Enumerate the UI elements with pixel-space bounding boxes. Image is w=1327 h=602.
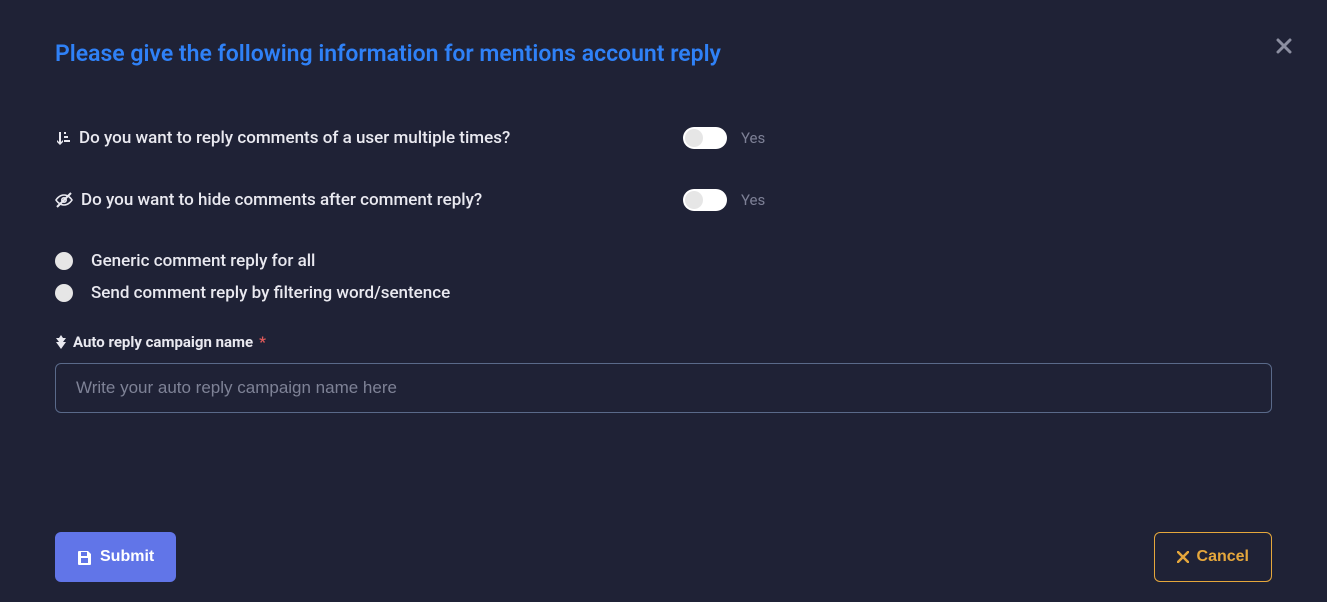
page-title: Please give the following information fo… (55, 40, 1272, 67)
toggle-hide-comments-label: Yes (741, 191, 765, 209)
submit-button-label: Submit (100, 548, 154, 566)
toggle-reply-multiple[interactable] (683, 127, 727, 149)
close-icon[interactable] (1276, 38, 1292, 54)
campaign-name-label: Auto reply campaign name (73, 333, 253, 351)
submit-button[interactable]: Submit (55, 532, 176, 582)
footer: Submit Cancel (55, 532, 1272, 582)
reply-mode-group: Generic comment reply for all Send comme… (55, 251, 1272, 303)
cancel-button-label: Cancel (1197, 548, 1249, 566)
question-hide-comments-label: Do you want to hide comments after comme… (81, 190, 482, 210)
toggle-reply-multiple-label: Yes (741, 129, 765, 147)
question-hide-comments: Do you want to hide comments after comme… (55, 189, 1272, 211)
campaign-name-field: Auto reply campaign name * (55, 333, 1272, 413)
radio-filtered-reply-label: Send comment reply by filtering word/sen… (91, 283, 450, 303)
toggle-hide-comments[interactable] (683, 189, 727, 211)
sort-icon (55, 130, 71, 146)
question-reply-multiple-label: Do you want to reply comments of a user … (79, 128, 510, 148)
question-reply-multiple: Do you want to reply comments of a user … (55, 127, 1272, 149)
campaign-name-input[interactable] (55, 363, 1272, 413)
save-icon (77, 550, 92, 565)
radio-generic-reply-label: Generic comment reply for all (91, 251, 315, 271)
eye-slash-icon (55, 192, 73, 208)
close-icon-small (1177, 551, 1189, 563)
radio-generic-reply[interactable]: Generic comment reply for all (55, 251, 1272, 271)
flag-icon (55, 335, 67, 349)
radio-filtered-reply[interactable]: Send comment reply by filtering word/sen… (55, 283, 1272, 303)
cancel-button[interactable]: Cancel (1154, 532, 1272, 582)
required-mark: * (259, 333, 266, 351)
